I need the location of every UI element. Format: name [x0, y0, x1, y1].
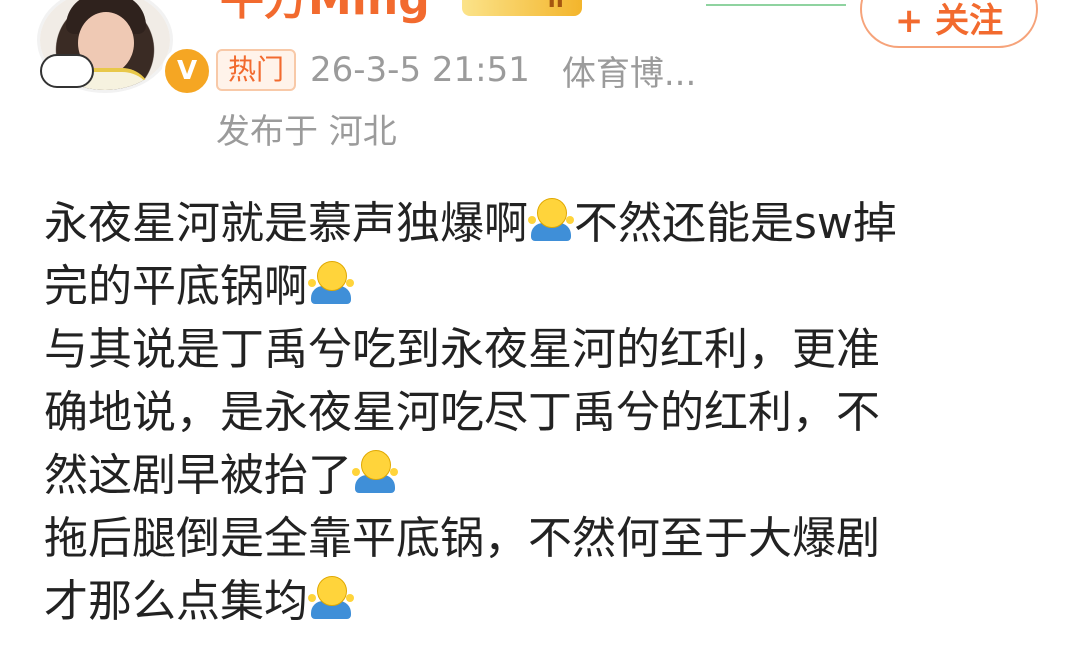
shrug-emoji-icon [308, 574, 354, 622]
follow-button[interactable]: + 关注 [860, 0, 1038, 48]
post-text: 才那么点集均 [44, 576, 308, 627]
post-text-line: 拖后腿倒是全靠平底锅，不然何至于大爆剧 [44, 507, 1044, 570]
post-text: 不然还能是sw掉 [574, 198, 897, 249]
shrug-emoji-icon [528, 196, 574, 244]
shrug-emoji-icon [352, 448, 398, 496]
cloud-icon [40, 54, 94, 88]
post-text-line: 才那么点集均 [44, 570, 1044, 633]
post-text: 永夜星河就是慕声独爆啊 [44, 198, 528, 249]
verified-icon: V [162, 46, 212, 96]
level-badge-icon: II [462, 0, 582, 16]
username[interactable]: 平方Ming [220, 0, 430, 22]
post-text-line: 与其说是丁禹兮吃到永夜星河的红利，更准 [44, 318, 1044, 381]
level-badge-label: II [547, 0, 564, 13]
post-category[interactable]: 体育博... [562, 46, 696, 95]
post-text-line: 然这剧早被抬了 [44, 444, 1044, 507]
divider-line [706, 4, 846, 6]
post-text: 拖后腿倒是全靠平底锅，不然何至于大爆剧 [44, 513, 880, 564]
post-text: 然这剧早被抬了 [44, 450, 352, 501]
shrug-emoji-icon [308, 259, 354, 307]
post-location: 发布于 河北 [216, 112, 397, 152]
post-text-line: 确地说，是永夜星河吃尽丁禹兮的红利，不 [44, 381, 1044, 444]
post-text: 完的平底锅啊 [44, 261, 308, 312]
post-text: 确地说，是永夜星河吃尽丁禹兮的红利，不 [44, 387, 880, 438]
post-text: 与其说是丁禹兮吃到永夜星河的红利，更准 [44, 324, 880, 375]
post-body: 永夜星河就是慕声独爆啊 不然还能是sw掉完的平底锅啊与其说是丁禹兮吃到永夜星河的红… [44, 192, 1044, 633]
post-meta: 热门 26-3-5 21:51 体育博... [216, 46, 696, 95]
hot-tag[interactable]: 热门 [216, 49, 297, 91]
avatar[interactable]: V [40, 0, 212, 96]
post-time: 26-3-5 21:51 [310, 50, 530, 90]
post-text-line: 永夜星河就是慕声独爆啊 不然还能是sw掉 [44, 192, 1044, 255]
post-text-line: 完的平底锅啊 [44, 255, 1044, 318]
